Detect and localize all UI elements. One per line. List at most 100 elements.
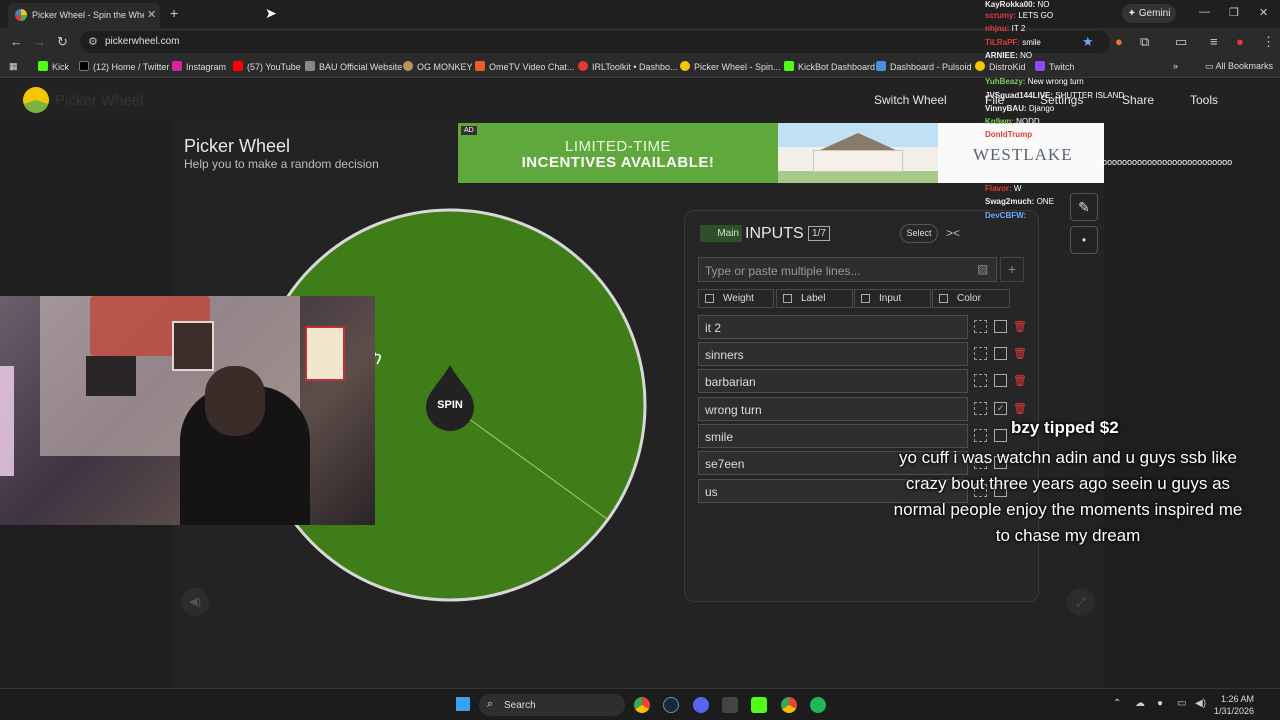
tip-alert-title: bzy tipped $2 [1011, 418, 1119, 437]
menu-kebab-icon[interactable]: ⋮ [1262, 34, 1275, 50]
main-tab[interactable]: Main [700, 225, 742, 242]
chat-user: TiLRaPF: [985, 38, 1020, 47]
option-input[interactable]: Input [854, 289, 931, 308]
edit-wheel-icon[interactable]: ✎ [1070, 193, 1098, 221]
chrome-active-icon[interactable] [781, 697, 797, 713]
entry-row[interactable]: wrong turn [698, 397, 968, 421]
entry-row[interactable]: sinners [698, 342, 968, 366]
chat-user: DevCBFW: [985, 211, 1027, 220]
bookmark-twitter[interactable]: (12) Home / Twitter [79, 61, 169, 72]
apps-grid-icon[interactable]: ▦ [9, 61, 18, 72]
switch-wheel-link[interactable]: Switch Wheel [874, 93, 947, 107]
duplicate-icon[interactable] [974, 320, 987, 333]
kick-app-icon[interactable] [751, 697, 767, 713]
picker-wheel-icon [680, 61, 690, 71]
bookmark-pulsoid[interactable]: Dashboard - Pulsoid [876, 61, 972, 72]
delete-icon[interactable]: 🗑 [1013, 375, 1027, 387]
chrome-icon[interactable] [634, 697, 650, 713]
close-window-icon[interactable]: ✕ [1259, 6, 1268, 19]
bookmark-kickbot[interactable]: KickBot Dashboard [784, 61, 875, 72]
bookmark-og-monkey[interactable]: OG MONKEY [403, 61, 473, 72]
entry-row[interactable]: it 2 [698, 315, 968, 339]
picker-wheel-logo[interactable] [23, 87, 49, 113]
add-entry-button[interactable]: + [1000, 257, 1024, 282]
option-label[interactable]: Label [776, 289, 853, 308]
close-tab-icon[interactable]: ✕ [147, 8, 156, 21]
site-logo-text[interactable]: Picker Wheel [55, 92, 143, 109]
new-tab-icon[interactable]: + [170, 5, 178, 21]
all-bookmarks[interactable]: ▭ All Bookmarks [1205, 61, 1273, 72]
duplicate-icon[interactable] [974, 347, 987, 360]
delete-icon[interactable]: 🗑 [1013, 321, 1027, 333]
spotify-icon[interactable] [810, 697, 826, 713]
bookmark-ometv[interactable]: OmeTV Video Chat... [475, 61, 574, 72]
cast-icon[interactable]: ▭ [1175, 34, 1187, 50]
minimize-icon[interactable]: — [1199, 6, 1210, 18]
option-weight[interactable]: Weight [698, 289, 774, 308]
maximize-icon[interactable]: ❐ [1229, 6, 1239, 19]
omnibox[interactable]: ⚙ pickerwheel.com [80, 31, 1110, 53]
more-bookmarks-icon[interactable]: » [1173, 61, 1178, 71]
duplicate-icon[interactable] [974, 429, 987, 442]
select-button[interactable]: Select [900, 224, 938, 243]
delete-icon[interactable]: 🗑 [1013, 348, 1027, 360]
windows-start-icon[interactable] [456, 697, 470, 711]
duplicate-icon[interactable] [974, 402, 987, 415]
volume-icon[interactable]: ◀) [1195, 698, 1206, 709]
steam-icon[interactable] [663, 697, 679, 713]
bookmark-bau[interactable]: BAU Official Website [305, 61, 402, 72]
entry-checkbox[interactable] [994, 429, 1007, 442]
discord-icon[interactable] [693, 697, 709, 713]
delete-icon[interactable]: 🗑 [1013, 403, 1027, 415]
chat-text: NODD [1016, 117, 1040, 126]
entry-input[interactable]: Type or paste multiple lines... [698, 257, 997, 282]
bookmark-irltoolkit[interactable]: IRLToolkit • Dashbo... [578, 61, 678, 72]
bookmark-distrokid[interactable]: DistroKid [975, 61, 1026, 72]
taskbar-search[interactable]: ⌕ Search [479, 694, 625, 716]
spin-label[interactable]: SPIN [420, 399, 480, 411]
entry-checkbox[interactable] [994, 374, 1007, 387]
sound-icon[interactable]: ◀) [181, 588, 209, 616]
duplicate-icon[interactable] [974, 374, 987, 387]
bookmark-twitch[interactable]: Twitch [1035, 61, 1075, 72]
system-clock[interactable]: 1:26 AM 1/31/2026 [1214, 693, 1254, 717]
option-color[interactable]: Color [932, 289, 1010, 308]
extension-icon[interactable]: ● [1115, 34, 1123, 49]
fullscreen-icon[interactable]: ⤢ [1067, 588, 1095, 616]
tools-link[interactable]: Tools [1190, 93, 1218, 107]
browser-tab[interactable]: Picker Wheel - Spin the Wheel ✕ [8, 3, 160, 28]
chat-message: Flavor: W [985, 184, 1021, 193]
profile-avatar-icon[interactable]: ● [1236, 34, 1244, 49]
site-info-icon[interactable]: ⚙ [88, 35, 98, 48]
option-label: Color [957, 293, 981, 304]
page-subtitle: Help you to make a random decision [184, 157, 379, 171]
obs-icon[interactable] [722, 697, 738, 713]
record-icon[interactable]: • [1070, 226, 1098, 254]
entry-checkbox-checked[interactable]: ✓ [994, 402, 1007, 415]
back-icon[interactable]: ← [10, 34, 23, 49]
share-link[interactable]: Share [1122, 93, 1154, 107]
bookmark-youtube[interactable]: (57) YouTube [233, 61, 301, 72]
network-icon[interactable]: ▭ [1177, 698, 1186, 709]
media-icon[interactable]: ≡ [1210, 34, 1218, 49]
bookmark-instagram[interactable]: Instagram [172, 61, 226, 72]
picker-wheel-favicon-icon [15, 9, 27, 21]
cloud-icon[interactable]: ☁ [1135, 698, 1145, 709]
image-upload-icon[interactable]: ▨ [977, 262, 988, 276]
bookmark-pickerwheel[interactable]: Picker Wheel - Spin... [680, 61, 781, 72]
bookmark-label: (57) YouTube [247, 62, 301, 72]
gemini-button[interactable]: ✦ Gemini [1122, 4, 1176, 23]
entry-row[interactable]: barbarian [698, 369, 968, 393]
collapse-icon[interactable]: >< [946, 226, 960, 240]
reload-icon[interactable]: ↻ [57, 34, 68, 50]
bookmark-star-icon[interactable]: ★ [1082, 34, 1094, 50]
entry-checkbox[interactable] [994, 347, 1007, 360]
extensions-puzzle-icon[interactable]: ⧉ [1140, 34, 1149, 50]
entry-checkbox[interactable] [994, 320, 1007, 333]
bookmark-kick[interactable]: Kick [38, 61, 69, 72]
mic-icon[interactable]: ● [1157, 698, 1163, 709]
webcam-artwork [86, 356, 136, 396]
kick-icon [38, 61, 48, 71]
forward-icon[interactable]: → [33, 34, 46, 49]
tray-chevron-icon[interactable]: ⌃ [1113, 698, 1121, 709]
